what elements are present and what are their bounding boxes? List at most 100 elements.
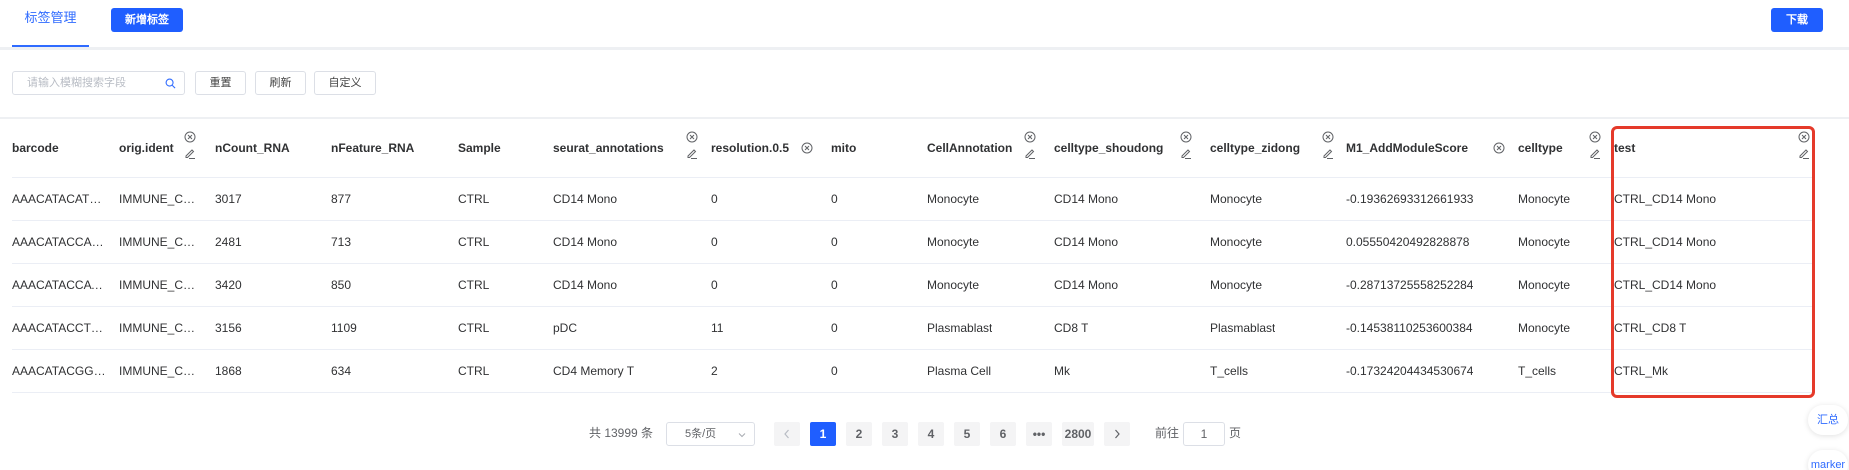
add-tag-button[interactable]: 新增标签	[111, 8, 183, 32]
column-header-mito[interactable]: mito	[831, 119, 856, 178]
table-row: AAACATACGGCATT-1 IMMUNE_CTRL 1868 634 CT…	[12, 350, 1812, 393]
page-button-last[interactable]: 2800	[1062, 422, 1094, 446]
edit-column-icon[interactable]	[1798, 147, 1810, 159]
remove-column-icon[interactable]	[1589, 131, 1601, 143]
cell-celltype: Monocyte	[1518, 192, 1571, 206]
remove-column-icon[interactable]	[801, 142, 813, 154]
page-button-6[interactable]: 6	[990, 422, 1016, 446]
cell-cellannotation: Monocyte	[927, 192, 980, 206]
edit-column-icon[interactable]	[1322, 147, 1334, 159]
cell-orig-ident: IMMUNE_CTRL	[119, 192, 197, 206]
cell-m1-addmodulescore: -0.17324204434530674	[1346, 364, 1474, 378]
edit-column-icon[interactable]	[1180, 147, 1192, 159]
cell-ncount-rna: 3420	[215, 278, 242, 292]
cell-nfeature-rna: 713	[331, 235, 352, 249]
column-header-nfeature-rna[interactable]: nFeature_RNA	[331, 119, 414, 178]
cell-resolution: 0	[711, 235, 718, 249]
cell-barcode: AAACATACCATGCA-1	[12, 278, 108, 292]
cell-seurat-annotations: pDC	[553, 321, 578, 335]
page-button-2[interactable]: 2	[846, 422, 872, 446]
page-button-5[interactable]: 5	[954, 422, 980, 446]
column-header-celltype-shoudong[interactable]: celltype_shoudong	[1054, 119, 1163, 178]
cell-test: CTRL_CD8 T	[1614, 321, 1687, 335]
remove-column-icon[interactable]	[686, 131, 698, 143]
next-page-button[interactable]	[1104, 422, 1130, 446]
cell-cellannotation: Monocyte	[927, 278, 980, 292]
goto-unit-label: 页	[1229, 426, 1242, 440]
column-header-celltype[interactable]: celltype	[1518, 119, 1563, 178]
filter-toolbar: 重置 刷新 自定义	[0, 50, 1849, 117]
page-button-1[interactable]: 1	[810, 422, 836, 446]
table-header: barcode orig.ident nCount_RNA nFeature_R…	[12, 119, 1812, 178]
prev-page-button[interactable]	[774, 422, 800, 446]
cell-barcode: AAACATACCAGAAA-1	[12, 235, 108, 249]
column-controls	[1322, 131, 1334, 159]
column-controls	[686, 131, 698, 159]
remove-column-icon[interactable]	[1024, 131, 1036, 143]
refresh-button[interactable]: 刷新	[255, 71, 306, 95]
cell-test: CTRL_CD14 Mono	[1614, 192, 1717, 206]
edit-column-icon[interactable]	[686, 147, 698, 159]
column-header-test[interactable]: test	[1614, 119, 1635, 178]
cell-sample: CTRL	[458, 321, 490, 335]
column-header-orig-ident[interactable]: orig.ident	[119, 119, 174, 178]
column-header-cellannotation[interactable]: CellAnnotation	[927, 119, 1012, 178]
customize-button[interactable]: 自定义	[314, 71, 376, 95]
reset-button[interactable]: 重置	[195, 71, 246, 95]
cell-cellannotation: Plasmablast	[927, 321, 993, 335]
cell-cellannotation: Plasma Cell	[927, 364, 992, 378]
cell-mito: 0	[831, 364, 838, 378]
page-button-3[interactable]: 3	[882, 422, 908, 446]
column-controls	[184, 131, 196, 159]
cell-ncount-rna: 3017	[215, 192, 242, 206]
column-header-resolution[interactable]: resolution.0.5	[711, 119, 789, 178]
summary-button[interactable]: 汇总	[1808, 405, 1848, 435]
search-icon[interactable]	[165, 78, 176, 89]
marker-button[interactable]: marker	[1808, 450, 1848, 470]
edit-column-icon[interactable]	[1024, 147, 1036, 159]
table-row: AAACATACCATGCA-1 IMMUNE_CTRL 3420 850 CT…	[12, 264, 1812, 307]
cell-celltype-shoudong: CD8 T	[1054, 321, 1089, 335]
cell-m1-addmodulescore: -0.19362693312661933	[1346, 192, 1474, 206]
cell-celltype: T_cells	[1518, 364, 1557, 378]
cell-resolution: 0	[711, 192, 718, 206]
column-header-barcode[interactable]: barcode	[12, 119, 59, 178]
cell-celltype: Monocyte	[1518, 235, 1571, 249]
column-controls	[1798, 131, 1810, 159]
pagination: 共 13999 条 5条/页 1 2 3 4 5 6 ••• 2800 前往 1…	[0, 420, 1849, 446]
table-row: AAACATACCTCGCT-1 IMMUNE_CTRL 3156 1109 C…	[12, 307, 1812, 350]
cell-barcode: AAACATACATTTCC-1	[12, 192, 108, 206]
edit-column-icon[interactable]	[184, 147, 196, 159]
column-header-seurat-annotations[interactable]: seurat_annotations	[553, 119, 664, 178]
cell-test: CTRL_CD14 Mono	[1614, 278, 1717, 292]
remove-column-icon[interactable]	[184, 131, 196, 143]
tab-tag-management[interactable]: 标签管理	[12, 0, 89, 47]
remove-column-icon[interactable]	[1322, 131, 1334, 143]
more-pages-button[interactable]: •••	[1026, 422, 1052, 446]
goto-page-input[interactable]: 1	[1183, 422, 1225, 446]
cell-celltype-shoudong: CD14 Mono	[1054, 235, 1119, 249]
column-header-sample[interactable]: Sample	[458, 119, 501, 178]
page-button-4[interactable]: 4	[918, 422, 944, 446]
chevron-left-icon	[784, 429, 789, 439]
cell-resolution: 0	[711, 278, 718, 292]
remove-column-icon[interactable]	[1180, 131, 1192, 143]
cell-m1-addmodulescore: -0.28713725558252284	[1346, 278, 1474, 292]
column-header-ncount-rna[interactable]: nCount_RNA	[215, 119, 290, 178]
column-header-m1-addmodulescore[interactable]: M1_AddModuleScore	[1346, 119, 1468, 178]
download-button[interactable]: 下载	[1771, 8, 1823, 32]
remove-column-icon[interactable]	[1798, 131, 1810, 143]
cell-celltype-zidong: Monocyte	[1210, 192, 1263, 206]
cell-ncount-rna: 2481	[215, 235, 242, 249]
page-size-value: 5条/页	[685, 428, 717, 440]
edit-column-icon[interactable]	[1589, 147, 1601, 159]
cell-barcode: AAACATACCTCGCT-1	[12, 321, 108, 335]
search-input[interactable]	[13, 72, 163, 94]
cell-barcode: AAACATACGGCATT-1	[12, 364, 108, 378]
page-size-select[interactable]: 5条/页	[666, 422, 755, 446]
cell-resolution: 11	[711, 321, 724, 335]
cell-mito: 0	[831, 278, 838, 292]
column-header-celltype-zidong[interactable]: celltype_zidong	[1210, 119, 1300, 178]
remove-column-icon[interactable]	[1493, 142, 1505, 154]
cell-orig-ident: IMMUNE_CTRL	[119, 321, 197, 335]
